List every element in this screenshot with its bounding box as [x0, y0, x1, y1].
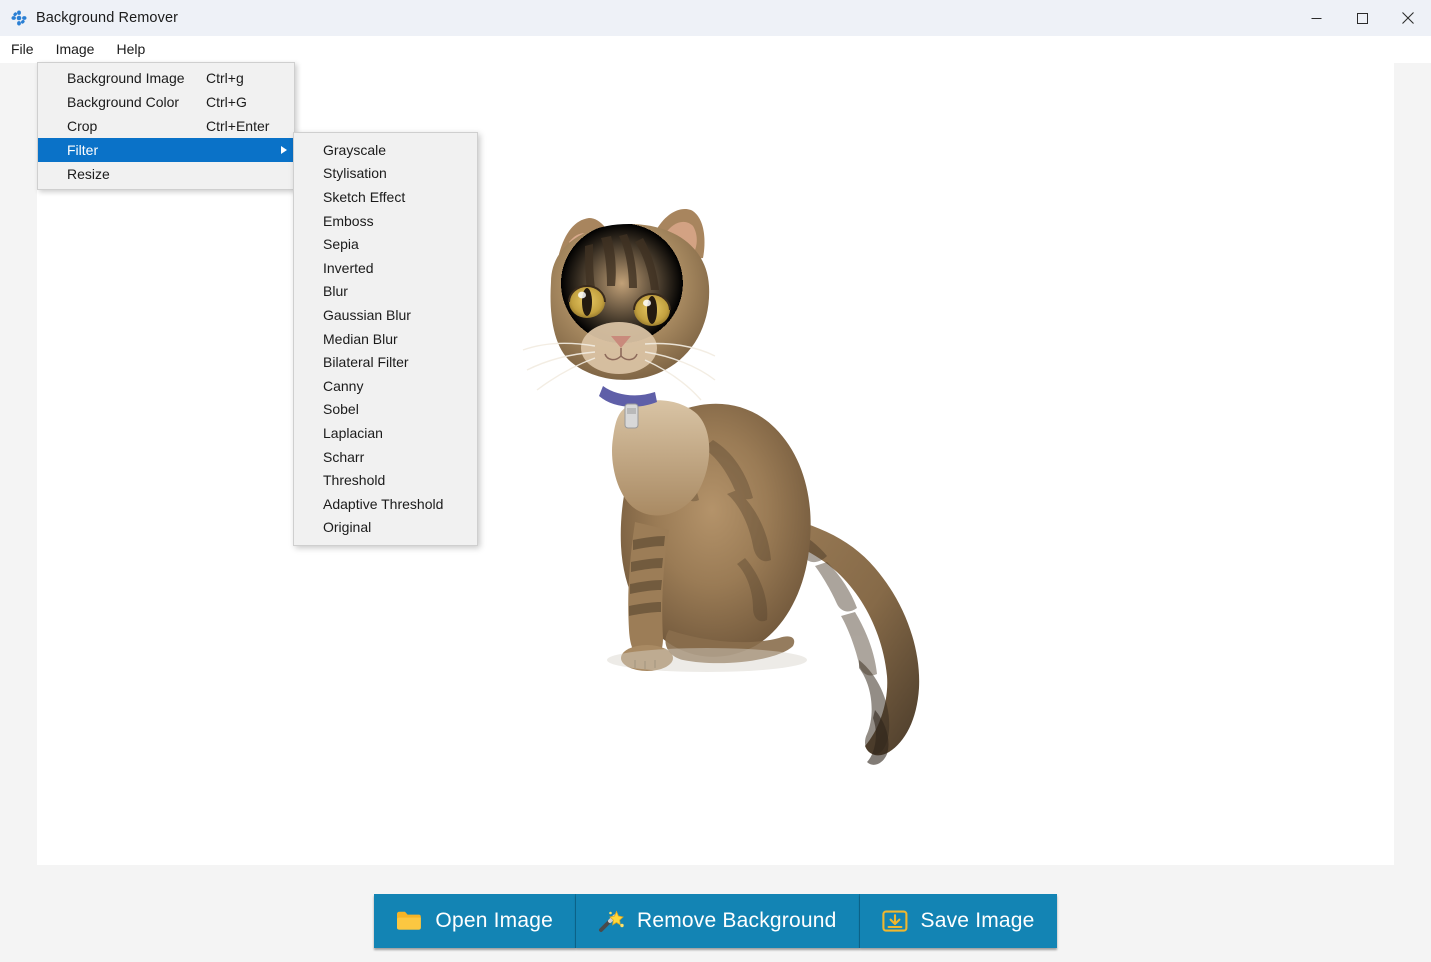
filter-item-gaussian-blur[interactable]: Gaussian Blur — [294, 303, 477, 327]
filter-item-label: Adaptive Threshold — [323, 495, 444, 512]
window-controls — [1293, 0, 1431, 36]
image-dropdown-menu: Background Image Ctrl+g Background Color… — [37, 62, 295, 190]
filter-item-label: Sketch Effect — [323, 188, 406, 205]
menu-item-label: Background Image — [67, 70, 185, 86]
filter-submenu: Grayscale Stylisation Sketch Effect Embo… — [293, 132, 478, 547]
menu-item-label: Background Color — [67, 94, 180, 110]
filter-item-label: Scharr — [323, 448, 365, 465]
close-button[interactable] — [1385, 0, 1431, 36]
menubar-item-image[interactable]: Image — [45, 37, 106, 61]
filter-item-label: Gaussian Blur — [323, 306, 411, 323]
filter-item-blur[interactable]: Blur — [294, 280, 477, 304]
filter-item-label: Inverted — [323, 259, 374, 276]
filter-item-threshold[interactable]: Threshold — [294, 468, 477, 492]
filter-item-original[interactable]: Original — [294, 516, 477, 540]
menu-bar: File Image Help — [0, 36, 1431, 63]
magic-wand-icon — [598, 909, 624, 933]
save-folder-icon — [881, 909, 908, 933]
menu-item-resize[interactable]: Resize — [38, 162, 294, 186]
filter-item-label: Threshold — [323, 472, 386, 489]
filter-item-scharr[interactable]: Scharr — [294, 445, 477, 469]
cat-eye-left — [568, 285, 606, 318]
filter-item-label: Laplacian — [323, 424, 383, 441]
button-label: Save Image — [920, 909, 1035, 932]
filter-item-label: Grayscale — [323, 141, 387, 158]
maximize-button[interactable] — [1339, 0, 1385, 36]
minimize-button[interactable] — [1293, 0, 1339, 36]
button-label: Open Image — [435, 909, 553, 932]
filter-item-label: Blur — [323, 283, 348, 300]
menu-item-shortcut: Ctrl+Enter — [206, 118, 270, 134]
cat-collar-tag — [624, 403, 639, 429]
open-image-button[interactable]: Open Image — [374, 894, 576, 948]
filter-item-label: Emboss — [323, 212, 374, 229]
filter-item-label: Sepia — [323, 236, 359, 253]
filter-item-emboss[interactable]: Emboss — [294, 209, 477, 233]
window-title: Background Remover — [36, 10, 179, 26]
filter-item-sepia[interactable]: Sepia — [294, 232, 477, 256]
button-label: Remove Background — [636, 909, 837, 932]
filter-item-bilateral-filter[interactable]: Bilateral Filter — [294, 350, 477, 374]
filter-item-inverted[interactable]: Inverted — [294, 256, 477, 280]
filter-item-adaptive-threshold[interactable]: Adaptive Threshold — [294, 492, 477, 516]
folder-icon — [396, 910, 422, 932]
menubar-item-help[interactable]: Help — [105, 37, 156, 61]
filter-item-label: Original — [323, 519, 372, 536]
filter-item-canny[interactable]: Canny — [294, 374, 477, 398]
filter-item-median-blur[interactable]: Median Blur — [294, 327, 477, 351]
title-bar: Background Remover — [0, 0, 1431, 36]
filter-item-laplacian[interactable]: Laplacian — [294, 421, 477, 445]
application-window: Background Remover File Image Help Backg… — [0, 0, 1431, 962]
menu-item-shortcut: Ctrl+g — [206, 70, 244, 86]
menu-item-label: Filter — [67, 142, 99, 158]
app-gear-icon — [10, 9, 28, 27]
filter-item-label: Sobel — [323, 401, 359, 418]
menu-item-filter[interactable]: Filter — [38, 138, 294, 162]
filter-item-label: Stylisation — [323, 165, 387, 182]
save-image-button[interactable]: Save Image — [859, 894, 1057, 948]
menu-item-background-color[interactable]: Background Color Ctrl+G — [38, 90, 294, 114]
filter-item-label: Bilateral Filter — [323, 354, 409, 371]
menu-item-crop[interactable]: Crop Ctrl+Enter — [38, 114, 294, 138]
filter-item-grayscale[interactable]: Grayscale — [294, 138, 477, 162]
filter-item-sobel[interactable]: Sobel — [294, 398, 477, 422]
filter-item-label: Median Blur — [323, 330, 398, 347]
menu-item-shortcut: Ctrl+G — [206, 94, 247, 110]
filter-item-label: Canny — [323, 377, 364, 394]
menu-item-label: Resize — [67, 166, 110, 182]
filter-item-stylisation[interactable]: Stylisation — [294, 162, 477, 186]
menu-item-background-image[interactable]: Background Image Ctrl+g — [38, 66, 294, 90]
action-button-bar: Open Image Remove Background Save Image — [0, 890, 1431, 952]
remove-background-button[interactable]: Remove Background — [575, 894, 860, 948]
chevron-right-icon — [281, 146, 287, 154]
cat-image — [507, 190, 927, 790]
menubar-item-file[interactable]: File — [0, 37, 45, 61]
filter-item-sketch-effect[interactable]: Sketch Effect — [294, 185, 477, 209]
cat-eye-right — [633, 293, 671, 326]
menu-item-label: Crop — [67, 118, 98, 134]
